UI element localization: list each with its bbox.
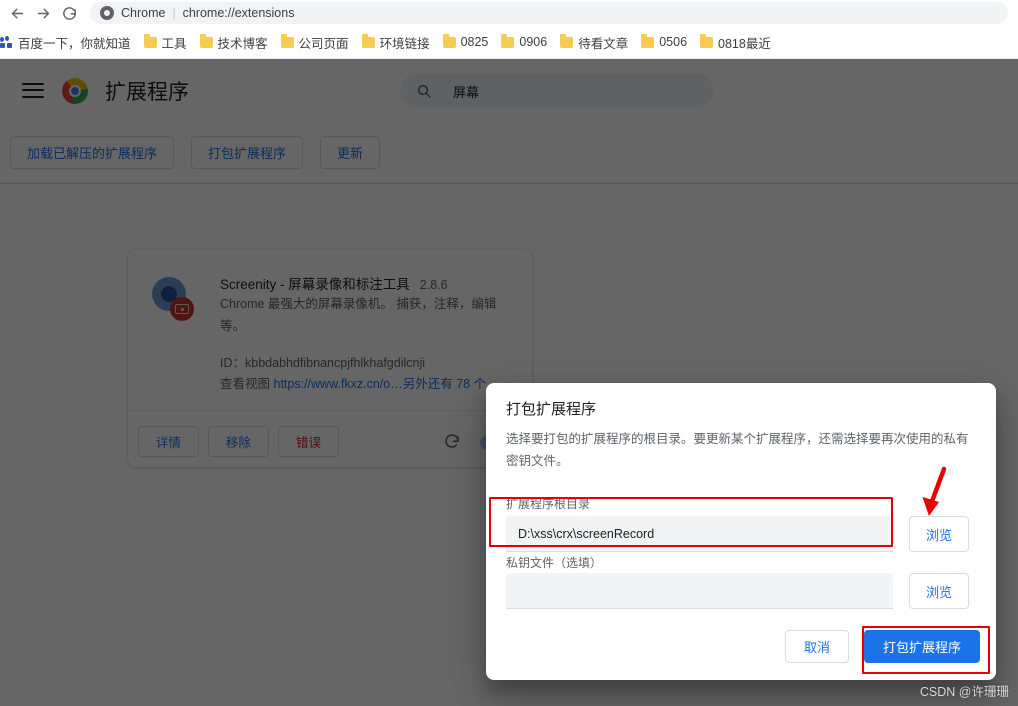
folder-icon bbox=[199, 34, 213, 48]
dialog-description: 选择要打包的扩展程序的根目录。要更新某个扩展程序，还需选择要再次使用的私有密钥文… bbox=[506, 432, 969, 468]
folder-icon bbox=[361, 34, 375, 48]
bookmark-label: 0506 bbox=[659, 35, 688, 49]
folder-icon bbox=[143, 34, 157, 48]
root-dir-input[interactable]: D:\xss\crx\screenRecord bbox=[506, 516, 893, 552]
bookmark-item-company-page[interactable]: 公司页面 bbox=[276, 30, 354, 54]
dialog-footer: 取消 打包扩展程序 bbox=[784, 630, 980, 663]
cancel-button[interactable]: 取消 bbox=[784, 630, 849, 663]
bookmark-label: 0818最近 bbox=[718, 36, 771, 51]
dialog-title: 打包扩展程序 bbox=[506, 401, 597, 418]
bookmark-item-tools[interactable]: 工具 bbox=[139, 30, 192, 54]
address-bar-url: chrome://extensions bbox=[182, 6, 295, 20]
bookmarks-bar: 百度一下，你就知道 工具 技术博客 公司页面 环境链接 0825 0906 待看… bbox=[0, 26, 1018, 59]
bookmark-item-to-read[interactable]: 待看文章 bbox=[555, 30, 633, 54]
watermark: CSDN @许珊珊 bbox=[919, 685, 1009, 699]
bookmark-item-0825[interactable]: 0825 bbox=[438, 30, 494, 54]
folder-icon bbox=[280, 34, 294, 48]
browser-toolbar: Chrome | chrome://extensions bbox=[0, 0, 1018, 26]
folder-icon bbox=[501, 34, 515, 48]
folder-icon bbox=[560, 34, 574, 48]
bookmark-item-0506[interactable]: 0506 bbox=[636, 30, 692, 54]
bookmark-label: 待看文章 bbox=[578, 36, 629, 51]
screenshot-root: Chrome | chrome://extensions 百度一下，你就知道 工… bbox=[0, 0, 1018, 706]
bookmark-item-env-links[interactable]: 环境链接 bbox=[357, 30, 435, 54]
bookmark-item-0818[interactable]: 0818最近 bbox=[695, 30, 776, 54]
back-icon[interactable] bbox=[4, 0, 30, 26]
bookmark-label: 环境链接 bbox=[379, 36, 430, 51]
address-bar[interactable]: Chrome | chrome://extensions bbox=[90, 2, 1008, 24]
navigation-row: Chrome | chrome://extensions bbox=[0, 0, 1018, 26]
private-key-input[interactable] bbox=[506, 573, 893, 609]
chrome-icon bbox=[100, 6, 114, 20]
private-key-label: 私钥文件（选填） bbox=[506, 556, 603, 570]
bookmark-label: 工具 bbox=[161, 36, 187, 51]
bookmark-item-baidu[interactable]: 百度一下，你就知道 bbox=[0, 30, 136, 54]
private-key-browse-button[interactable]: 浏览 bbox=[909, 573, 969, 609]
bookmark-label: 百度一下，你就知道 bbox=[18, 36, 131, 51]
reload-icon[interactable] bbox=[56, 0, 82, 26]
bookmark-item-0906[interactable]: 0906 bbox=[496, 30, 552, 54]
folder-icon bbox=[700, 34, 714, 48]
address-bar-site-label: Chrome bbox=[121, 6, 166, 20]
bookmark-item-tech-blog[interactable]: 技术博客 bbox=[195, 30, 273, 54]
confirm-pack-button[interactable]: 打包扩展程序 bbox=[863, 630, 980, 663]
bookmark-label: 0906 bbox=[519, 35, 548, 49]
root-dir-label: 扩展程序根目录 bbox=[506, 497, 591, 511]
address-bar-separator: | bbox=[172, 6, 176, 20]
pack-extension-dialog: 打包扩展程序 选择要打包的扩展程序的根目录。要更新某个扩展程序，还需选择要再次使… bbox=[486, 383, 996, 680]
bookmark-label: 0825 bbox=[460, 35, 489, 49]
bookmark-label: 公司页面 bbox=[298, 36, 349, 51]
root-dir-browse-button[interactable]: 浏览 bbox=[909, 516, 969, 552]
forward-icon[interactable] bbox=[30, 0, 56, 26]
baidu-favicon-icon bbox=[0, 35, 13, 49]
folder-icon bbox=[641, 34, 655, 48]
folder-icon bbox=[442, 34, 456, 48]
bookmark-label: 技术博客 bbox=[217, 36, 268, 51]
